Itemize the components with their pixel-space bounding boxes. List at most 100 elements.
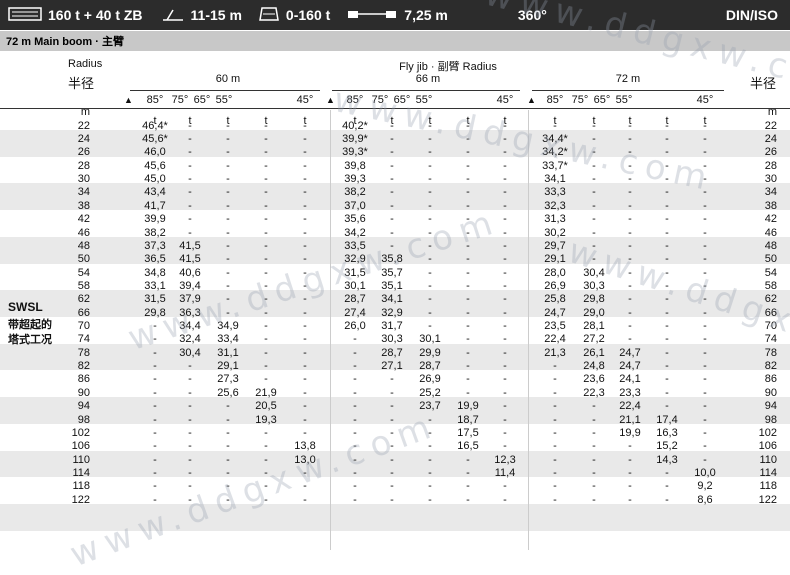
load-value: - xyxy=(628,253,632,266)
load-value: - xyxy=(592,467,596,479)
load-value: - xyxy=(553,373,557,386)
load-value: 45,6 xyxy=(144,159,166,172)
load-value: - xyxy=(428,493,432,506)
load-value: - xyxy=(503,279,507,292)
load-value: - xyxy=(264,373,268,386)
load-value: - xyxy=(503,333,507,346)
radius-value: 82 xyxy=(77,360,90,373)
load-value: - xyxy=(353,440,357,453)
load-value: - xyxy=(665,133,669,145)
load-value: - xyxy=(628,440,632,453)
load-value: 41,7 xyxy=(144,199,166,212)
load-value: 36,5 xyxy=(144,253,166,266)
load-value: - xyxy=(503,133,507,145)
load-value: - xyxy=(503,426,507,439)
config-desc-2: 塔式工况 xyxy=(8,334,52,346)
angle-header: 75° xyxy=(371,94,389,106)
load-value: - xyxy=(503,493,507,506)
load-value: - xyxy=(503,199,507,212)
load-value: - xyxy=(428,173,432,186)
counterweight-item: 0-160 t xyxy=(258,6,330,25)
load-value: - xyxy=(665,480,669,493)
load-value: - xyxy=(665,279,669,292)
load-value: - xyxy=(153,320,157,333)
load-value: - xyxy=(503,400,507,413)
radius-value-right: 86 xyxy=(764,373,777,386)
load-value: 29,0 xyxy=(583,306,605,319)
load-value: - xyxy=(428,413,432,426)
load-value: - xyxy=(353,360,357,373)
load-value: - xyxy=(226,480,230,493)
load-value: - xyxy=(628,159,632,172)
angle-header: 75° xyxy=(171,94,189,106)
load-value: 36,3 xyxy=(179,306,201,319)
radius-value: 38 xyxy=(77,199,90,212)
load-value: - xyxy=(665,146,669,159)
radius-cn-right: 半径 xyxy=(750,76,777,91)
triangle-icon: ▲ xyxy=(124,95,133,105)
load-value: - xyxy=(226,440,230,453)
radius-value: 28 xyxy=(77,159,90,172)
load-value: 29,1 xyxy=(544,253,566,266)
load-value: 34,9 xyxy=(217,320,239,333)
load-value: - xyxy=(264,453,268,466)
load-value: - xyxy=(703,226,707,239)
load-value: 23,7 xyxy=(419,400,441,413)
radius-value-right: 110 xyxy=(759,453,777,466)
load-value: - xyxy=(153,373,157,386)
load-value: - xyxy=(303,360,307,373)
load-value: - xyxy=(665,173,669,186)
row-band xyxy=(0,183,790,211)
load-value: - xyxy=(153,453,157,466)
load-value: - xyxy=(703,253,707,266)
radius-value-right: 34 xyxy=(764,186,777,199)
load-value: - xyxy=(703,426,707,439)
load-value: - xyxy=(264,199,268,212)
angle-header: 55° xyxy=(215,94,233,106)
load-value: - xyxy=(303,386,307,399)
load-value: 30,3 xyxy=(583,279,605,292)
load-value: - xyxy=(665,266,669,279)
load-value: - xyxy=(553,119,557,132)
load-value: - xyxy=(303,306,307,319)
load-value: - xyxy=(592,453,596,466)
load-value: - xyxy=(353,467,357,479)
radius-value-right: 46 xyxy=(764,226,777,239)
load-value: - xyxy=(703,293,707,306)
load-value: 38,2 xyxy=(144,226,166,239)
load-value: - xyxy=(428,453,432,466)
load-value: - xyxy=(226,253,230,266)
load-value: - xyxy=(628,199,632,212)
load-value: - xyxy=(264,186,268,199)
load-value: - xyxy=(428,159,432,172)
load-value: 40,2* xyxy=(342,119,368,132)
radius-value-right: 106 xyxy=(758,440,777,453)
radius-value-right: 30 xyxy=(764,173,777,186)
load-value: - xyxy=(188,119,192,132)
angle-header: 65° xyxy=(193,94,211,106)
load-value: - xyxy=(188,199,192,212)
load-value: - xyxy=(466,159,470,172)
radius-value: 54 xyxy=(77,266,90,279)
load-value: - xyxy=(628,146,632,159)
radius-value-right: 82 xyxy=(764,360,777,373)
angle-header: 65° xyxy=(393,94,411,106)
load-value: - xyxy=(303,333,307,346)
load-value: - xyxy=(226,173,230,186)
load-value: - xyxy=(503,413,507,426)
load-value: - xyxy=(703,239,707,252)
load-value: - xyxy=(703,213,707,226)
load-value: - xyxy=(428,279,432,292)
load-value: - xyxy=(503,146,507,159)
load-value: 8,6 xyxy=(697,493,713,506)
load-value: 40,6 xyxy=(179,266,201,279)
load-value: - xyxy=(466,320,470,333)
radius-value: 42 xyxy=(77,213,90,226)
load-value: - xyxy=(353,493,357,506)
load-value: - xyxy=(264,133,268,145)
radius-value: 66 xyxy=(77,306,90,319)
boom-icon xyxy=(161,6,185,25)
load-value: 26,9 xyxy=(544,279,566,292)
load-value: - xyxy=(466,146,470,159)
radius-unit: m xyxy=(80,106,90,119)
